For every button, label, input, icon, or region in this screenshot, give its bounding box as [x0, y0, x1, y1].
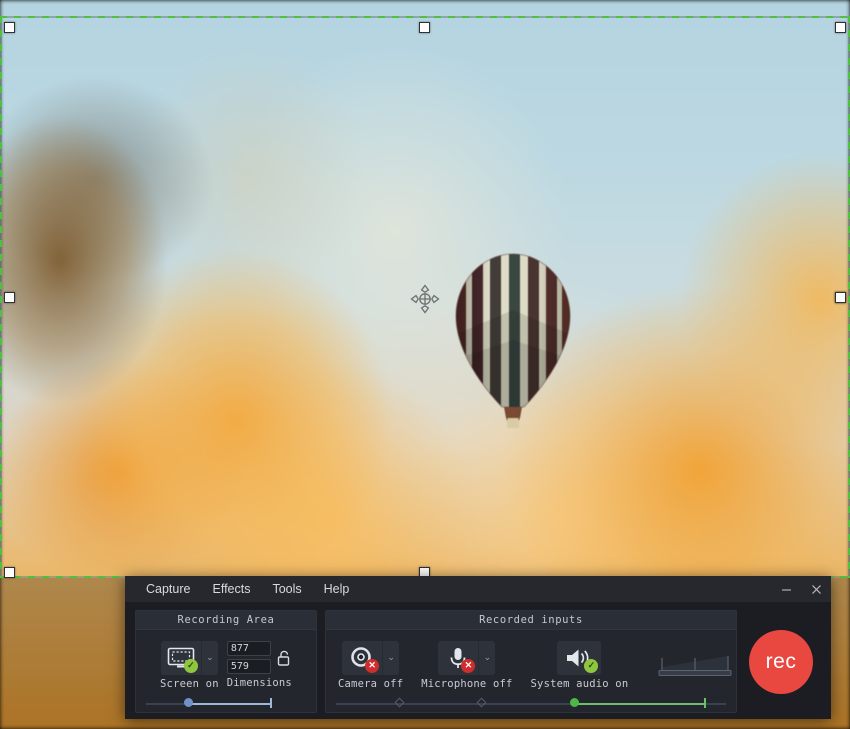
width-input[interactable] [226, 641, 271, 656]
resize-handle-middle-left[interactable] [4, 292, 15, 303]
aspect-lock-button[interactable] [276, 648, 292, 668]
resize-handle-right-dup[interactable] [835, 292, 846, 303]
microphone-dropdown[interactable]: ⌄ [478, 640, 495, 675]
camera-icon: ✕ [342, 641, 382, 675]
recording-area-slider[interactable] [136, 696, 316, 712]
inputs-slider-end [704, 698, 706, 708]
screen-recorder-window: Capture Effects Tools Help Recording Are… [125, 576, 831, 719]
menu-effects[interactable]: Effects [201, 579, 261, 600]
recorded-inputs-controls: ✕ ⌄ Camera off ✕ ⌄ Microphone off ✓ Syst… [326, 630, 736, 696]
screen-source-dropdown[interactable]: ⌄ [200, 640, 218, 675]
recorder-body: Recording Area ✓ ⌄ Screen on 877 579 Dim… [125, 602, 831, 719]
recording-area-panel: Recording Area ✓ ⌄ Screen on 877 579 Dim… [135, 610, 317, 713]
camera-off-badge: ✕ [365, 658, 380, 673]
window-titlebar[interactable]: Capture Effects Tools Help [125, 576, 831, 602]
system-audio-on-badge: ✓ [584, 658, 599, 673]
resize-handle-bottom-left[interactable] [4, 567, 15, 578]
system-audio-toggle-button[interactable]: ✓ [557, 640, 602, 675]
resize-handle-top-right[interactable] [835, 22, 846, 33]
camera-dropdown[interactable]: ⌄ [382, 640, 399, 675]
screen-on-badge: ✓ [183, 658, 198, 673]
recording-area-title: Recording Area [136, 611, 316, 630]
area-slider-end [270, 698, 272, 708]
inputs-slider-knob[interactable] [570, 698, 579, 707]
record-button-area: rec [745, 610, 821, 713]
close-button[interactable] [801, 576, 831, 602]
record-button[interactable]: rec [749, 629, 813, 694]
camera-group: ✕ ⌄ Camera off [338, 640, 404, 690]
hot-air-balloon [452, 252, 574, 430]
dimensions-label: Dimensions [226, 677, 292, 689]
microphone-group: ✕ ⌄ Microphone off [421, 640, 513, 690]
menu-capture[interactable]: Capture [135, 579, 201, 600]
menu-tools[interactable]: Tools [261, 579, 312, 600]
system-audio-group: ✓ System audio on [530, 640, 629, 690]
area-slider-fill [188, 703, 270, 705]
microphone-icon: ✕ [438, 641, 478, 675]
camera-status-label: Camera off [338, 677, 404, 690]
recorded-inputs-title: Recorded inputs [326, 611, 736, 630]
resize-handle-top-center[interactable] [419, 22, 430, 33]
monitor-icon: ✓ [161, 641, 201, 675]
inputs-slider-fill [574, 703, 704, 705]
menu-help[interactable]: Help [313, 579, 361, 600]
audio-level-meter[interactable] [656, 650, 736, 680]
screen-status-label: Screen on [160, 677, 219, 690]
screen-source-button[interactable]: ✓ ⌄ [160, 640, 218, 675]
minimize-button[interactable] [771, 576, 801, 602]
recorded-inputs-panel: Recorded inputs ✕ ⌄ Camera off ✕ ⌄ Micro… [325, 610, 737, 713]
microphone-status-label: Microphone off [421, 677, 513, 690]
microphone-off-badge: ✕ [461, 658, 476, 673]
screen-source-group: ✓ ⌄ Screen on [160, 640, 219, 690]
dimensions-controls [226, 641, 292, 674]
camera-toggle-button[interactable]: ✕ ⌄ [342, 640, 400, 675]
resize-handle-top-left[interactable] [4, 22, 15, 33]
speaker-icon: ✓ [557, 641, 601, 675]
window-controls [771, 576, 831, 602]
inputs-slider-tick-1[interactable] [394, 697, 405, 708]
menu-bar: Capture Effects Tools Help [125, 576, 360, 602]
input-toggles-row: ✕ ⌄ Camera off ✕ ⌄ Microphone off ✓ Syst… [332, 640, 736, 690]
dimensions-group: Dimensions [227, 641, 292, 689]
minimize-icon [781, 588, 791, 591]
unlocked-padlock-icon [278, 650, 290, 666]
move-cursor-icon [410, 284, 440, 314]
close-icon [811, 584, 821, 594]
area-slider-knob[interactable] [184, 698, 193, 707]
recording-area-controls: ✓ ⌄ Screen on 877 579 Dimensions [136, 630, 316, 696]
system-audio-status-label: System audio on [530, 677, 629, 690]
microphone-toggle-button[interactable]: ✕ ⌄ [438, 640, 496, 675]
inputs-slider-tick-2[interactable] [476, 697, 487, 708]
height-input[interactable] [226, 659, 271, 674]
recorded-inputs-slider[interactable] [326, 696, 736, 712]
